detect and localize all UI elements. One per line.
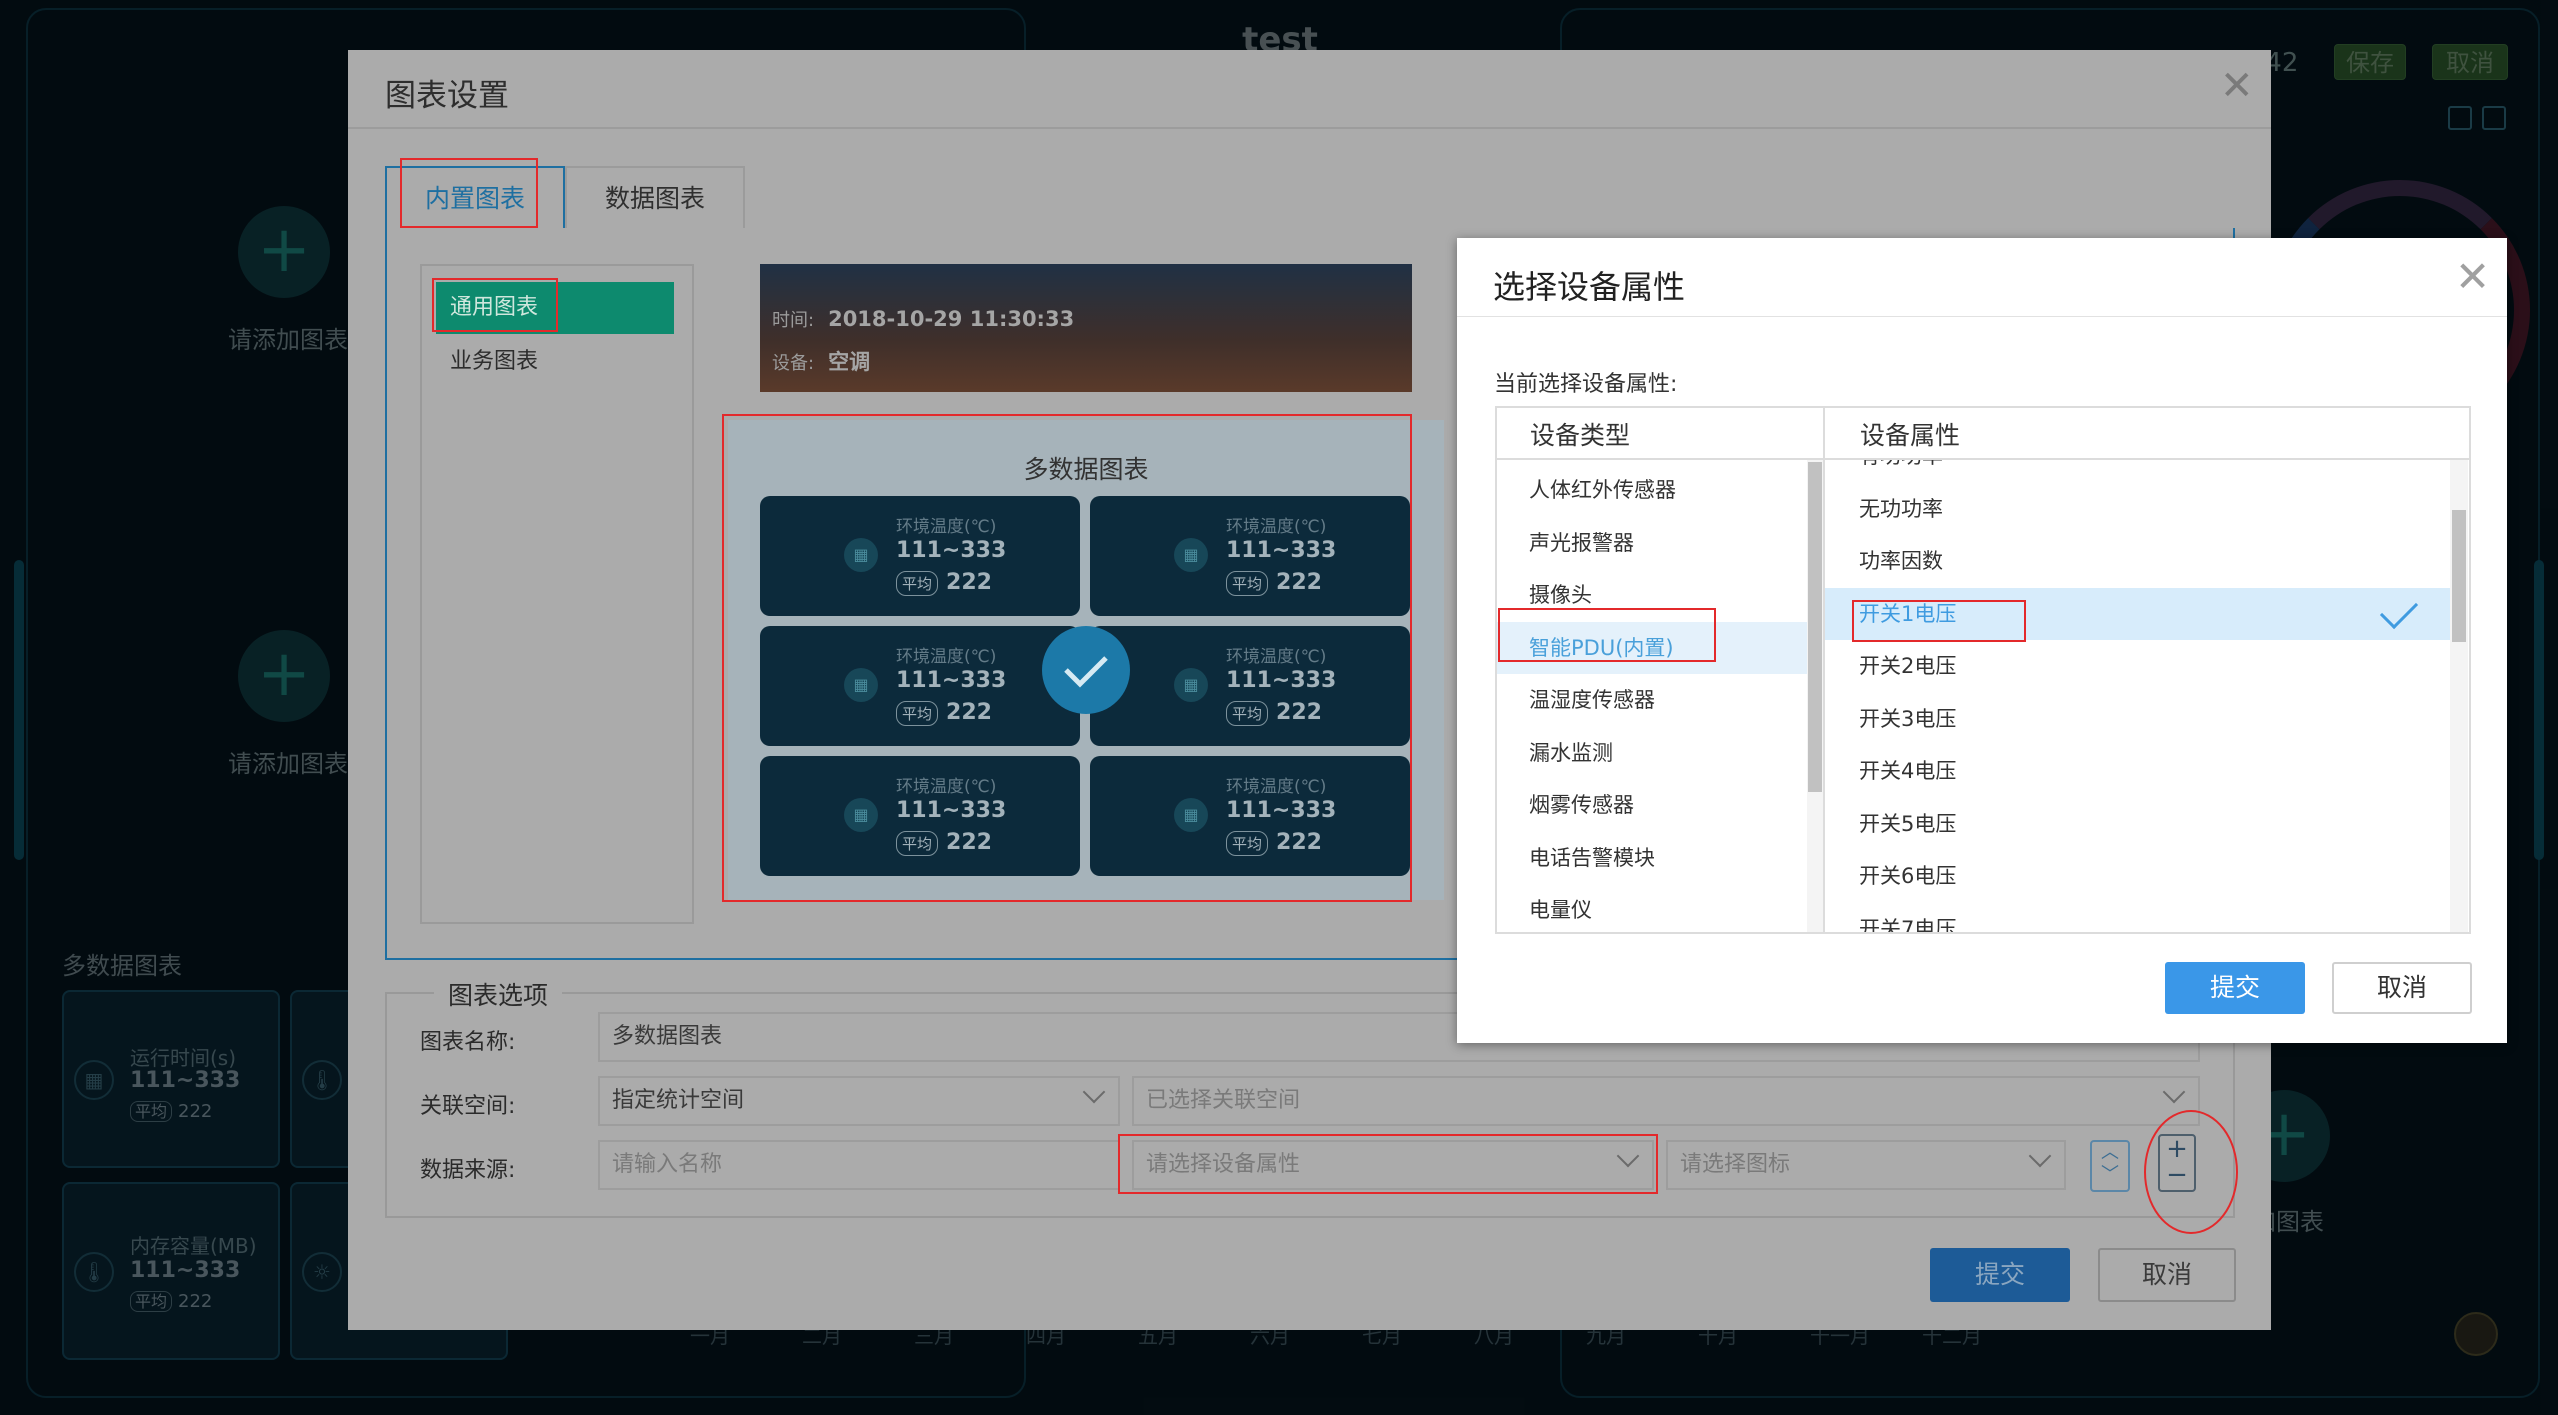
device-property-item[interactable]: 开关3电压 <box>1825 693 2450 746</box>
options-legend: 图表选项 <box>434 976 563 1012</box>
close-icon[interactable]: ✕ <box>2455 256 2490 298</box>
device-property-header: 设备属性 <box>1860 421 1961 450</box>
chevron-down-icon <box>2028 1144 2052 1168</box>
icon-select[interactable]: 请选择图标 <box>1666 1140 2066 1190</box>
annotation-box <box>1498 608 1716 662</box>
device-property-item[interactable]: 开关6电压 <box>1825 850 2450 903</box>
source-name-input[interactable]: 请输入名称 <box>598 1140 1120 1190</box>
tab-data-charts[interactable]: 数据图表 <box>565 166 745 228</box>
space-placeholder: 已选择关联空间 <box>1146 1088 1301 1113</box>
device-type-item[interactable]: 漏水监测 <box>1497 727 1807 780</box>
chevron-up-icon[interactable]: ︿ <box>2092 1142 2128 1164</box>
icon-placeholder: 请选择图标 <box>1680 1152 1791 1177</box>
device-property-item[interactable]: 开关4电压 <box>1825 745 2450 798</box>
device-property-item[interactable]: 开关2电压 <box>1825 640 2450 693</box>
category-business-charts[interactable]: 业务图表 <box>436 336 674 388</box>
device-type-item[interactable]: 烟雾传感器 <box>1497 779 1807 832</box>
space-select[interactable]: 已选择关联空间 <box>1132 1076 2200 1126</box>
device-type-item[interactable]: 电量仪 <box>1497 884 1807 932</box>
annotation-box <box>1118 1134 1658 1194</box>
device-type-item[interactable]: 声光报警器 <box>1497 517 1807 570</box>
device-property-list: 有功功率 无功功率 功率因数 开关1电压 开关2电压 开关3电压 开关4电压 开… <box>1825 460 2450 932</box>
space-type-select[interactable]: 指定统计空间 <box>598 1076 1120 1126</box>
source-label: 数据来源: <box>420 1158 516 1183</box>
device-type-header: 设备类型 <box>1530 421 1631 450</box>
current-selection-label: 当前选择设备属性: <box>1494 372 1678 397</box>
device-property-item[interactable]: 功率因数 <box>1825 535 2450 588</box>
device-submit-button[interactable]: 提交 <box>2165 962 2305 1014</box>
annotation-box <box>400 158 538 228</box>
annotation-box <box>1852 600 2026 642</box>
device-type-item[interactable]: 温湿度传感器 <box>1497 674 1807 727</box>
device-cancel-button[interactable]: 取消 <box>2332 962 2472 1014</box>
device-type-item[interactable]: 人体红外传感器 <box>1497 464 1807 517</box>
annotation-box <box>722 414 1412 902</box>
chevron-down-icon[interactable]: ﹀ <box>2092 1164 2128 1186</box>
check-icon <box>2379 590 2419 629</box>
device-type-item[interactable]: 电话告警模块 <box>1497 832 1807 885</box>
chevron-down-icon <box>2162 1080 2186 1104</box>
dialog-submit-button[interactable]: 提交 <box>1930 1248 2070 1302</box>
name-label: 图表名称: <box>420 1030 516 1055</box>
device-property-item[interactable]: 开关5电压 <box>1825 798 2450 851</box>
close-icon[interactable]: ✕ <box>2220 66 2254 106</box>
dialog2-title: 选择设备属性 <box>1493 268 1686 306</box>
divider <box>348 127 2271 129</box>
device-property-item[interactable]: 有功功率 <box>1825 460 2450 483</box>
device-property-item[interactable]: 无功功率 <box>1825 483 2450 536</box>
scrollbar-thumb[interactable] <box>1808 462 1822 792</box>
alarm-device: 空调 <box>828 350 871 374</box>
space-label: 关联空间: <box>420 1094 516 1119</box>
dialog-title: 图表设置 <box>385 78 509 114</box>
alarm-chart-preview[interactable]: 时间: 2018-10-29 11:30:33 设备: 空调 <box>760 264 1412 392</box>
space-type-value: 指定统计空间 <box>612 1088 745 1113</box>
divider <box>1457 316 2507 317</box>
alarm-time: 2018-10-29 11:30:33 <box>828 307 1075 331</box>
annotation-box <box>432 278 558 332</box>
dialog-cancel-button[interactable]: 取消 <box>2098 1248 2236 1302</box>
order-stepper[interactable]: ︿ ﹀ <box>2090 1140 2130 1192</box>
time-label: 时间: <box>772 310 815 331</box>
device-label: 设备: <box>772 353 815 374</box>
scrollbar-thumb[interactable] <box>2452 510 2466 642</box>
device-type-list: 人体红外传感器 声光报警器 摄像头 智能PDU(内置) 温湿度传感器 漏水监测 … <box>1497 460 1807 932</box>
annotation-circle <box>2144 1110 2238 1234</box>
device-property-item[interactable]: 开关7电压 <box>1825 903 2450 933</box>
chevron-down-icon <box>1082 1080 1106 1104</box>
